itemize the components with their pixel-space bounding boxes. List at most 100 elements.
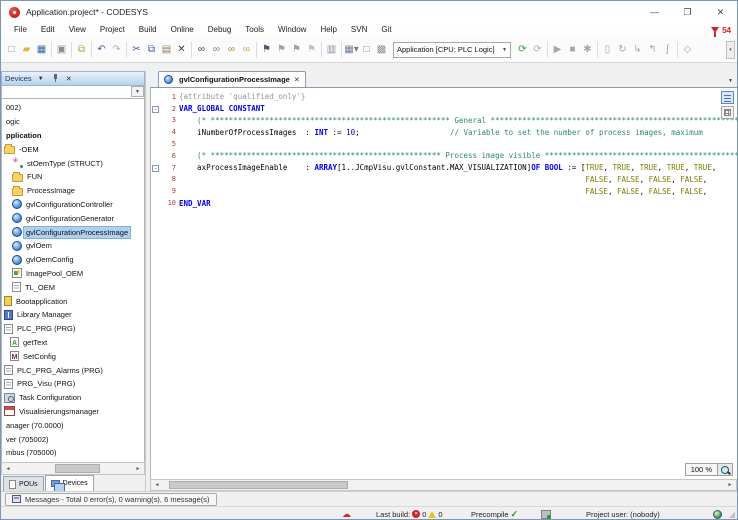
tree-item-gvloemconfig[interactable]: gvlOemConfig	[2, 253, 144, 267]
scrollbar-thumb[interactable]	[55, 464, 100, 473]
find-in-project-icon[interactable]: ∞	[224, 42, 239, 58]
textual-view-button[interactable]	[721, 91, 734, 104]
logout-icon[interactable]: ⟳	[530, 42, 545, 58]
stop-icon[interactable]: ■	[565, 42, 580, 58]
tree-item-gvloem[interactable]: gvlOem	[2, 239, 144, 253]
code-line[interactable]: 8 FALSE, FALSE, FALSE, FALSE,	[151, 174, 737, 186]
menu-view[interactable]: View	[62, 23, 93, 37]
devices-horizontal-scrollbar[interactable]: ◄ ►	[1, 462, 145, 475]
tree-item-gvlconfigurationgenerator[interactable]: gvlConfigurationGenerator	[2, 211, 144, 225]
cloud-icon[interactable]: ☁	[342, 509, 351, 519]
editor-horizontal-scrollbar[interactable]: ◄ ►	[150, 479, 737, 491]
tab-list-dropdown-icon[interactable]: ▼	[728, 78, 733, 84]
flow-control-icon[interactable]: ◇	[680, 42, 695, 58]
step-into-icon[interactable]: ↳	[630, 42, 645, 58]
code-line[interactable]: 6 (* ***********************************…	[151, 150, 737, 162]
find-icon[interactable]: ∞	[194, 42, 209, 58]
code-line[interactable]: 5	[151, 138, 737, 150]
bookmark-toggle-icon[interactable]: ⚑	[259, 42, 274, 58]
replace-icon[interactable]: ∞	[209, 42, 224, 58]
code-line[interactable]: 9 FALSE, FALSE, FALSE, FALSE,	[151, 185, 737, 197]
tree-item-ogic[interactable]: ogic	[2, 115, 144, 129]
globe-status-icon[interactable]	[713, 510, 722, 519]
bookmark-prev-icon[interactable]: ⚑	[274, 42, 289, 58]
code-line[interactable]: 1{attribute 'qualified_only'}	[151, 91, 737, 103]
step-out-icon[interactable]: ↰	[645, 42, 660, 58]
single-cycle-icon[interactable]: ✱	[580, 42, 595, 58]
filter-alert-icon[interactable]	[711, 27, 719, 33]
tree-item-gvlconfigurationcontroller[interactable]: gvlConfigurationController	[2, 198, 144, 212]
tree-item-bootapplication[interactable]: Bootapplication	[2, 294, 144, 308]
devices-filter-combobox[interactable]: ▼	[1, 86, 145, 99]
panel-tab-pous[interactable]: POUs	[3, 476, 44, 491]
copy-project-icon[interactable]: ⧉	[74, 42, 89, 58]
code-line[interactable]: -7 axProcessImageEnable : ARRAY[1..JCmpV…	[151, 162, 737, 174]
toggle-breakpoint-icon[interactable]: ▯	[600, 42, 615, 58]
tree-item-library-manager[interactable]: Library Manager	[2, 308, 144, 322]
tree-item-anager-70-0000[interactable]: anager (70.0000)	[2, 418, 144, 432]
tree-item-gettext[interactable]: AgetText	[2, 336, 144, 350]
tree-item-gvlconfigurationprocessimage[interactable]: gvlConfigurationProcessImage	[2, 225, 144, 239]
magnifier-icon[interactable]	[718, 463, 733, 476]
menu-debug[interactable]: Debug	[201, 23, 239, 37]
print-icon[interactable]: ▣	[54, 42, 69, 58]
gateway-icon[interactable]	[541, 510, 551, 519]
tree-item-plc-prg-alarms-prg[interactable]: PLC_PRG_Alarms (PRG)	[2, 363, 144, 377]
menu-git[interactable]: Git	[374, 23, 398, 37]
menu-project[interactable]: Project	[93, 23, 132, 37]
menu-tools[interactable]: Tools	[238, 23, 271, 37]
fold-collapse-icon[interactable]: -	[152, 165, 159, 172]
save-project-icon[interactable]: ▦	[34, 42, 49, 58]
editor-tab-gvlconfigurationprocessimage[interactable]: gvlConfigurationProcessImage ✕	[158, 71, 306, 87]
minimize-button[interactable]: —	[638, 1, 671, 23]
tree-item-setconfig[interactable]: MSetConfig	[2, 349, 144, 363]
tree-item-mbus-705000[interactable]: mbus (705000)	[2, 446, 144, 460]
resize-grip[interactable]: ◢	[729, 510, 735, 519]
add-object-icon[interactable]: □	[359, 42, 374, 58]
undo-icon[interactable]: ↶	[94, 42, 109, 58]
toolbar-overflow-button[interactable]: ▾	[726, 41, 735, 59]
tree-item-visualisierungsmanager[interactable]: Visualisierungsmanager	[2, 405, 144, 419]
menu-help[interactable]: Help	[313, 23, 343, 37]
menu-online[interactable]: Online	[164, 23, 201, 37]
panel-pin-icon[interactable]	[50, 74, 60, 84]
editor-zoom-level[interactable]: 100 %	[685, 463, 718, 476]
compile-icon[interactable]: ▥	[324, 42, 339, 58]
panel-tab-devices[interactable]: Devices	[45, 475, 94, 491]
scroll-right-icon[interactable]: ►	[724, 482, 736, 488]
tree-item-002[interactable]: 002)	[2, 101, 144, 115]
active-application-combobox[interactable]: Application [CPU: PLC Logic] ▼	[393, 42, 511, 58]
tree-item-stoemtype-struct[interactable]: stOemType (STRUCT)	[2, 156, 144, 170]
menu-edit[interactable]: Edit	[34, 23, 62, 37]
tree-item-oem[interactable]: -OEM	[2, 142, 144, 156]
tree-item-tl-oem[interactable]: TL_OEM	[2, 280, 144, 294]
login-icon[interactable]: ⟳	[515, 42, 530, 58]
tree-item-imagepool-oem[interactable]: ImagePool_OEM	[2, 267, 144, 281]
panel-close-icon[interactable]: ✕	[64, 75, 74, 83]
bookmark-clear-icon[interactable]: ⚑	[304, 42, 319, 58]
code-line[interactable]: -2VAR_GLOBAL CONSTANT	[151, 103, 737, 115]
tree-item-task-configuration[interactable]: Task Configuration	[2, 391, 144, 405]
redo-icon[interactable]: ↷	[109, 42, 124, 58]
code-line[interactable]: 10END_VAR	[151, 197, 737, 209]
scroll-right-icon[interactable]: ►	[132, 466, 144, 472]
bookmark-next-icon[interactable]: ⚑	[289, 42, 304, 58]
device-window-icon[interactable]: ▩	[374, 42, 389, 58]
generate-code-icon[interactable]: ▦▾	[344, 42, 359, 58]
paste-icon[interactable]: ▤	[159, 42, 174, 58]
scrollbar-thumb[interactable]	[169, 481, 349, 489]
menu-svn[interactable]: SVN	[344, 23, 374, 37]
tree-item-processimage[interactable]: ProcessImage	[2, 184, 144, 198]
code-line[interactable]: 3 (* ***********************************…	[151, 115, 737, 127]
panel-menu-dropdown-icon[interactable]: ▼	[36, 76, 46, 82]
cut-icon[interactable]: ✂	[129, 42, 144, 58]
new-project-icon[interactable]: □	[4, 42, 19, 58]
menu-build[interactable]: Build	[132, 23, 164, 37]
delete-icon[interactable]: ✕	[174, 42, 189, 58]
scroll-left-icon[interactable]: ◄	[2, 466, 14, 472]
tree-item-ver-705002[interactable]: ver (705002)	[2, 432, 144, 446]
open-project-icon[interactable]: ▰	[19, 42, 34, 58]
close-button[interactable]: ✕	[704, 1, 737, 23]
copy-icon[interactable]: ⧉	[144, 42, 159, 58]
tree-item-pplication[interactable]: pplication	[2, 129, 144, 143]
